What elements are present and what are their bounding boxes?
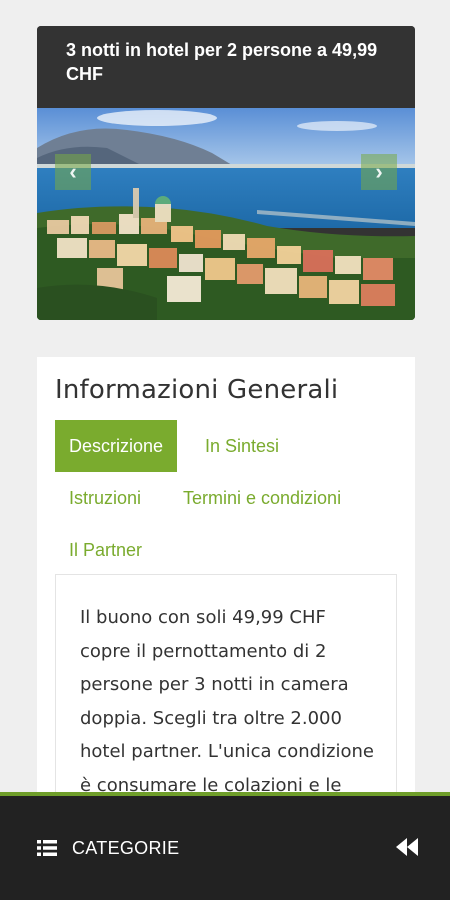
info-heading: Informazioni Generali (55, 375, 339, 405)
description-text: Il buono con soli 49,99 CHF copre il per… (80, 607, 374, 796)
general-info-card: Informazioni Generali Descrizione In Sin… (37, 357, 415, 814)
tab-istruzioni[interactable]: Istruzioni (69, 472, 141, 524)
categories-button-label[interactable]: CATEGORIE (72, 838, 179, 859)
hero-photo (37, 108, 415, 320)
slider-next-button[interactable]: › (361, 154, 397, 190)
chevron-right-icon: › (375, 159, 383, 184)
rewind-icon[interactable] (396, 838, 418, 856)
deal-title: 3 notti in hotel per 2 persone a 49,99 C… (37, 26, 415, 108)
description-panel: Il buono con soli 49,99 CHF copre il per… (55, 574, 397, 814)
tab-descrizione[interactable]: Descrizione (55, 420, 178, 472)
tab-il-partner[interactable]: Il Partner (69, 524, 142, 576)
bottom-bar: CATEGORIE (0, 792, 450, 900)
slider-prev-button[interactable]: ‹ (55, 154, 91, 190)
tab-termini-condizioni[interactable]: Termini e condizioni (183, 472, 341, 524)
tab-in-sintesi[interactable]: In Sintesi (205, 420, 279, 472)
chevron-left-icon: ‹ (69, 159, 77, 184)
hero-image (37, 108, 415, 320)
list-icon[interactable] (37, 840, 57, 856)
deal-card[interactable]: 3 notti in hotel per 2 persone a 49,99 C… (37, 26, 415, 320)
